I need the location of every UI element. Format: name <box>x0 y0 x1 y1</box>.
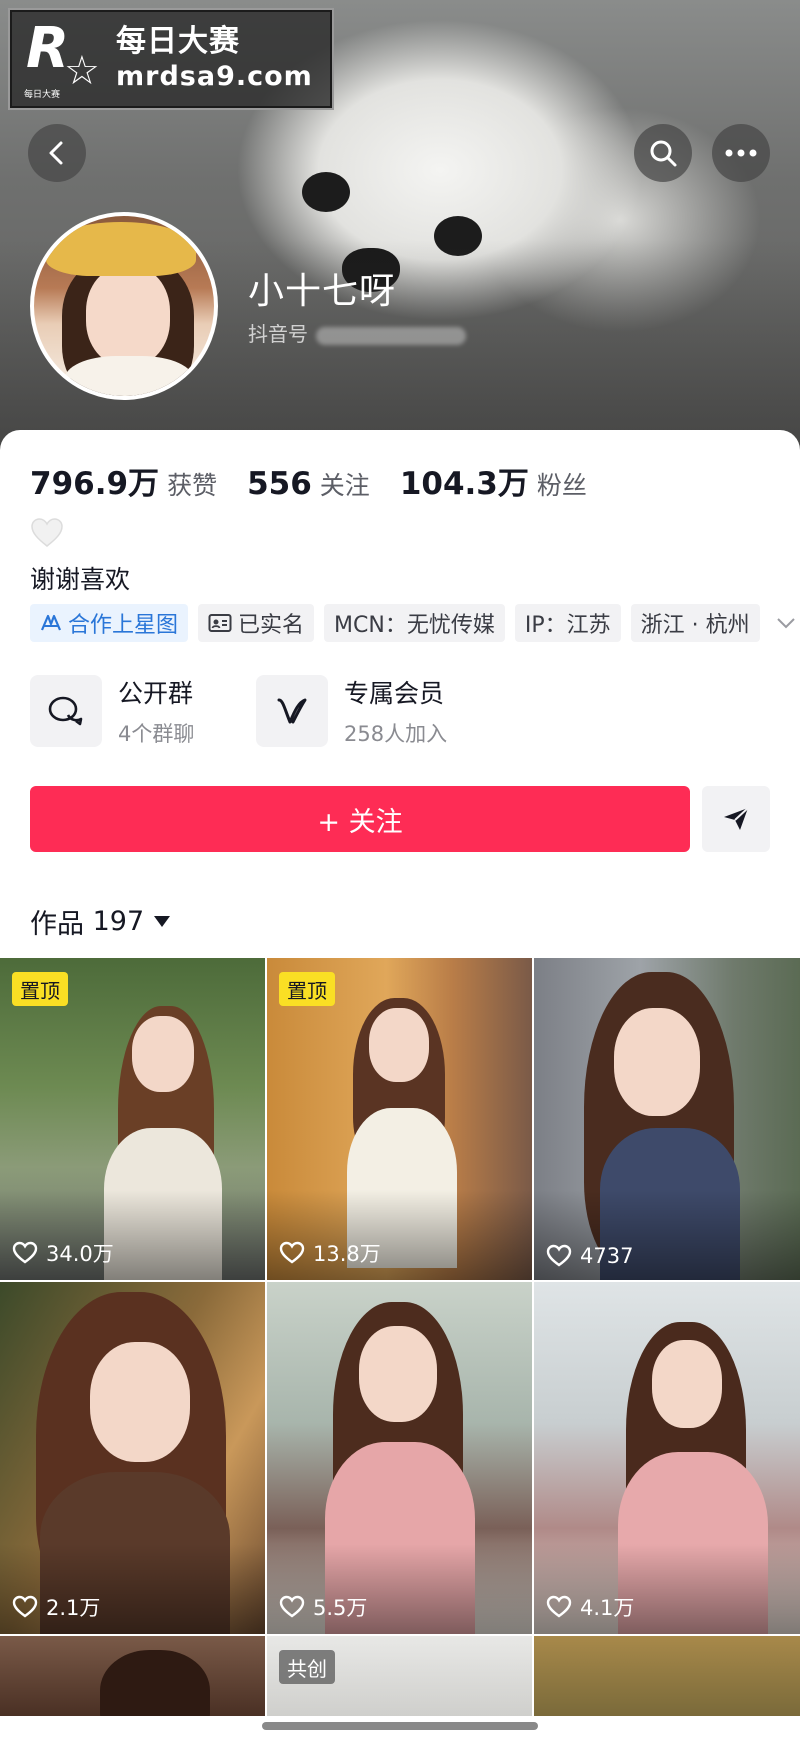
video-likes: 13.8万 <box>279 1238 381 1268</box>
back-button[interactable] <box>28 124 86 182</box>
watermark-url: mrdsa9.com <box>116 61 313 92</box>
heart-outline-icon <box>12 1595 38 1618</box>
banner-dog-eye <box>302 172 350 212</box>
chevron-left-icon <box>49 141 63 165</box>
pinned-badge: 置顶 <box>12 972 68 1006</box>
video-tile[interactable]: 5.5万 <box>267 1282 532 1634</box>
stat-followers[interactable]: 104.3万 粉丝 <box>400 458 587 503</box>
caret-down-icon <box>154 916 171 927</box>
stat-likes: 796.9万 获赞 <box>30 466 218 502</box>
feature-subtitle: 4个群聊 <box>118 722 195 746</box>
tag-location: 浙江 · 杭州 <box>630 604 760 642</box>
feature-title: 公开群 <box>118 679 194 708</box>
feature-subtitle: 258人加入 <box>344 722 448 746</box>
video-likes: 4737 <box>546 1244 633 1268</box>
video-tile[interactable]: 置顶 13.8万 <box>267 958 532 1280</box>
video-likes: 5.5万 <box>279 1592 367 1622</box>
co-create-badge: 共创 <box>279 1650 335 1684</box>
watermark-logo: R ☆ 每日大赛 <box>24 16 100 101</box>
video-tile[interactable] <box>534 1636 800 1716</box>
avatar[interactable] <box>30 212 218 400</box>
feature-title: 专属会员 <box>344 679 445 708</box>
watermark-title: 每日大赛 <box>116 24 240 59</box>
chat-bubbles-icon <box>48 696 83 726</box>
works-tab[interactable]: 作品 197 <box>30 902 171 941</box>
tag-ip: IP：江苏 <box>514 604 621 642</box>
send-icon <box>724 807 749 830</box>
pinned-badge: 置顶 <box>279 972 335 1006</box>
heart-outline-icon <box>12 1241 38 1264</box>
video-tile[interactable]: 共创 <box>267 1636 532 1716</box>
heart-outline-icon <box>279 1595 305 1618</box>
douyin-id: 抖音号 <box>248 318 466 347</box>
tag-mcn[interactable]: MCN：无忧传媒 <box>324 604 505 642</box>
tags-expand-button[interactable] <box>776 617 796 629</box>
heart-outline-icon <box>546 1595 572 1618</box>
share-button[interactable] <box>702 786 770 852</box>
profile-tags: 合作上星图 已实名 MCN：无忧传媒 IP：江苏 浙江 · 杭州 <box>30 604 796 642</box>
feature-exclusive-member[interactable]: 专属会员 258人加入 <box>256 674 447 748</box>
profile-stats: 796.9万 获赞 556 关注 104.3万 粉丝 <box>30 458 617 503</box>
home-indicator <box>262 1722 538 1730</box>
profile-sheet: 796.9万 获赞 556 关注 104.3万 粉丝 谢谢喜欢 合作上星图 已实名 M… <box>0 430 800 1739</box>
bio-text: 谢谢喜欢 <box>30 565 131 594</box>
more-dots-icon <box>725 149 757 157</box>
video-likes: 4.1万 <box>546 1592 634 1622</box>
video-likes: 34.0万 <box>12 1238 114 1268</box>
profile-name: 小十七呀 <box>248 271 397 312</box>
feature-public-group[interactable]: 公开群 4个群聊 <box>30 674 194 748</box>
heart-outline-icon <box>279 1241 305 1264</box>
more-button[interactable] <box>712 124 770 182</box>
video-tile[interactable] <box>0 1636 265 1716</box>
douyin-id-blurred <box>316 326 466 345</box>
chevron-down-icon <box>776 618 795 629</box>
video-tile[interactable]: 4.1万 <box>534 1282 800 1634</box>
star-map-icon <box>40 614 62 631</box>
watermark: R ☆ 每日大赛 每日大赛 mrdsa9.com <box>8 8 334 110</box>
heart-outline-icon <box>546 1244 572 1267</box>
video-tile[interactable]: 4737 <box>534 958 800 1280</box>
search-icon <box>650 140 677 167</box>
id-card-icon <box>208 614 232 632</box>
search-button[interactable] <box>634 124 692 182</box>
video-tile[interactable]: 2.1万 <box>0 1282 265 1634</box>
follow-button[interactable]: + 关注 <box>30 786 690 852</box>
stat-following[interactable]: 556 关注 <box>247 466 370 502</box>
video-likes: 2.1万 <box>12 1592 100 1622</box>
tag-star-map[interactable]: 合作上星图 <box>30 604 189 642</box>
white-heart-icon <box>31 518 63 547</box>
v-member-icon <box>277 698 307 724</box>
tag-verified-name[interactable]: 已实名 <box>198 604 315 642</box>
video-tile[interactable]: 置顶 34.0万 <box>0 958 265 1280</box>
